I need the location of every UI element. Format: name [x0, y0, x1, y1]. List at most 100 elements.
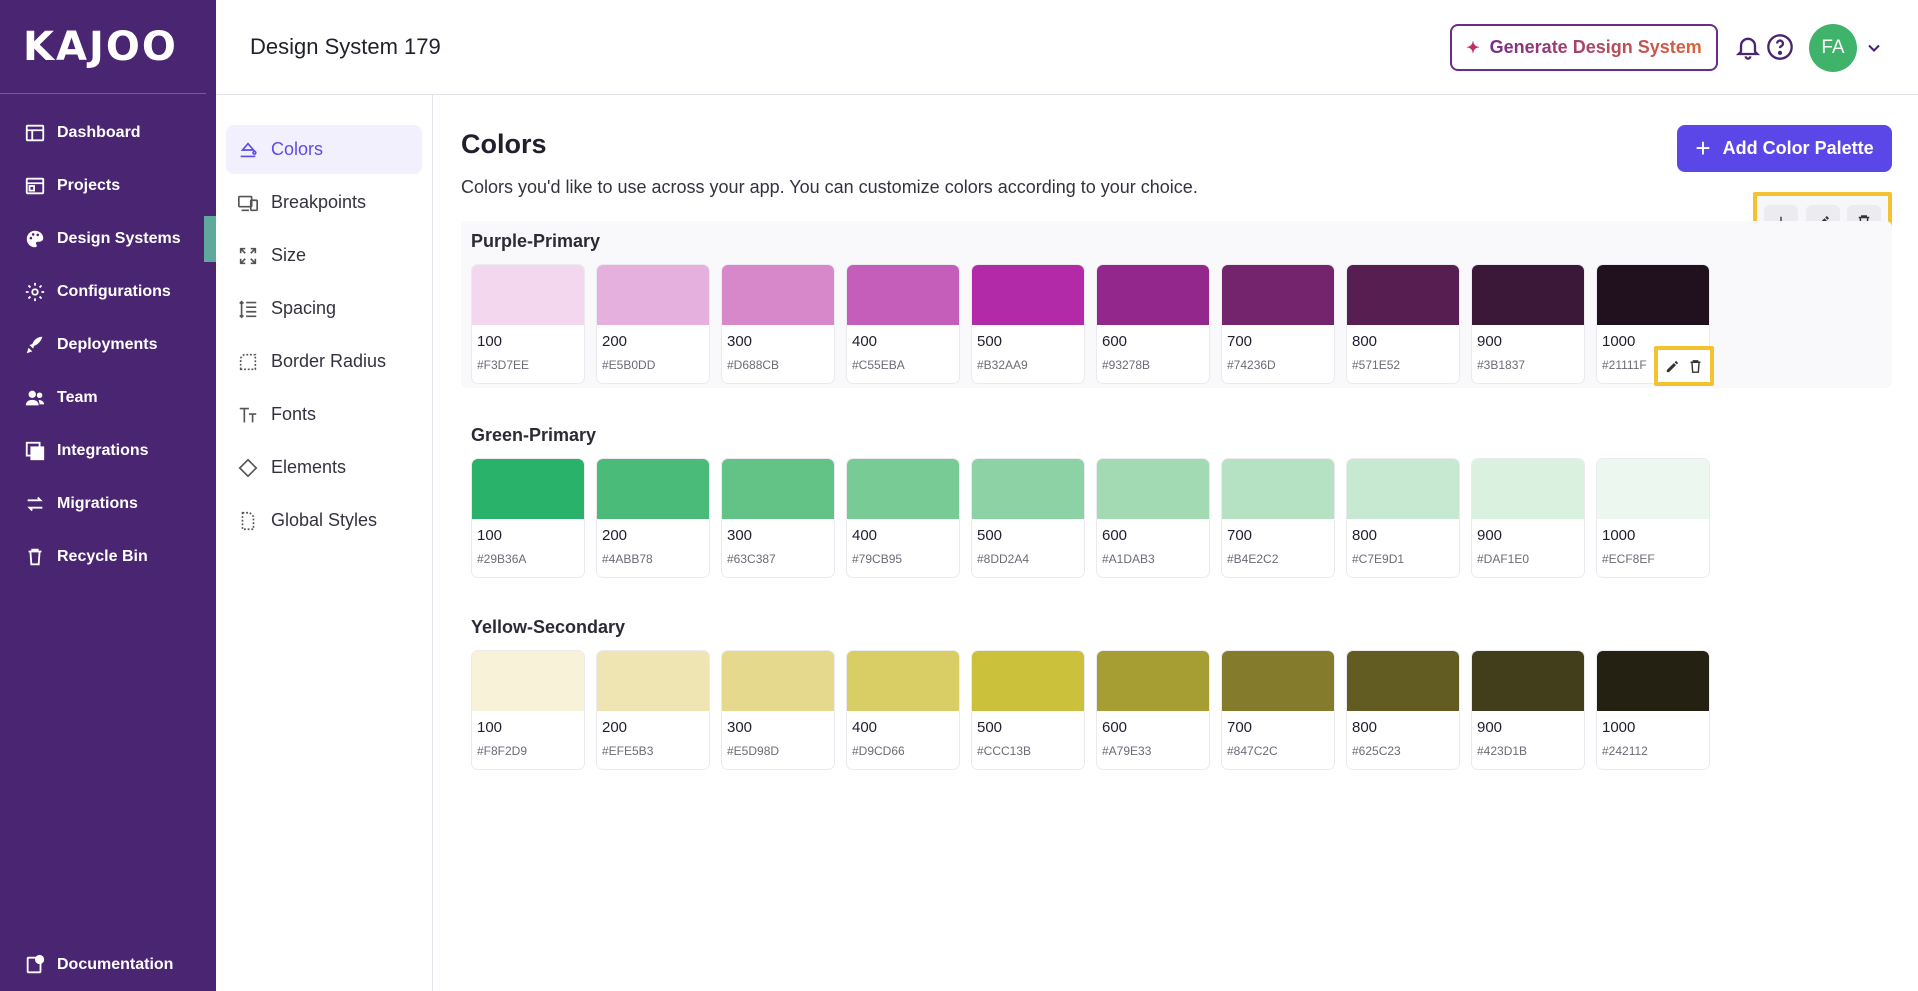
subnav-item-spacing[interactable]: Spacing: [226, 284, 422, 333]
color-swatch[interactable]: 100 #29B36A: [471, 458, 585, 578]
color-swatch[interactable]: 300 #E5D98D: [721, 650, 835, 770]
color-swatch[interactable]: 500 #CCC13B: [971, 650, 1085, 770]
swatch-hex: #423D1B: [1477, 744, 1528, 758]
color-chip: [472, 651, 584, 711]
swatch-shade: 300: [727, 527, 753, 544]
swatch-shade: 200: [602, 333, 628, 350]
color-chip: [1472, 459, 1584, 519]
color-swatch[interactable]: 900 #DAF1E0: [1471, 458, 1585, 578]
color-swatch[interactable]: 300 #63C387: [721, 458, 835, 578]
color-chip: [722, 651, 834, 711]
color-chip: [1347, 265, 1459, 325]
color-swatch[interactable]: 200 #EFE5B3: [596, 650, 710, 770]
subnav-item-border-radius[interactable]: Border Radius: [226, 337, 422, 386]
color-swatch[interactable]: 1000 #242112: [1596, 650, 1710, 770]
subnav-item-global-styles[interactable]: Global Styles: [226, 496, 422, 545]
subnav-item-fonts[interactable]: Fonts: [226, 390, 422, 439]
subnav-list: Colors Breakpoints Size Spacing Border R…: [216, 95, 432, 545]
nav-label: Migrations: [57, 494, 138, 512]
swatch-hex: #EFE5B3: [602, 744, 654, 758]
color-swatch[interactable]: 900 #3B1837: [1471, 264, 1585, 384]
color-swatch[interactable]: 700 #847C2C: [1221, 650, 1335, 770]
color-swatch[interactable]: 300 #D688CB: [721, 264, 835, 384]
color-swatch[interactable]: 800 #C7E9D1: [1346, 458, 1460, 578]
kajoo-logo[interactable]: KAJOO: [0, 0, 206, 94]
nav-item-configurations[interactable]: Configurations: [0, 265, 216, 318]
swatch-hex: #571E52: [1352, 358, 1401, 372]
nav-label: Projects: [57, 176, 121, 194]
swatch-hex: #21111F: [1602, 358, 1647, 372]
swatch-hex: #4ABB78: [602, 552, 653, 566]
nav-item-dashboard[interactable]: Dashboard: [0, 106, 216, 159]
swatch-hex: #F8F2D9: [477, 744, 528, 758]
swatch-shade: 600: [1102, 527, 1128, 544]
nav-item-team[interactable]: Team: [0, 371, 216, 424]
palette-name: Yellow-Secondary: [471, 617, 626, 637]
swatch-hex: #93278B: [1102, 358, 1151, 372]
color-chip: [972, 265, 1084, 325]
color-chip: [1472, 265, 1584, 325]
color-swatch[interactable]: 400 #D9CD66: [846, 650, 960, 770]
subnav-item-elements[interactable]: Elements: [226, 443, 422, 492]
color-swatch[interactable]: 500 #8DD2A4: [971, 458, 1085, 578]
swatch-shade: 700: [1227, 719, 1253, 736]
subnav-item-colors[interactable]: Colors: [226, 125, 422, 174]
color-swatch[interactable]: 1000 #ECF8EF: [1596, 458, 1710, 578]
nav-item-recycle-bin[interactable]: Recycle Bin: [0, 530, 216, 583]
color-swatch[interactable]: 200 #4ABB78: [596, 458, 710, 578]
swatch-shade: 400: [852, 719, 878, 736]
nav-item-documentation[interactable]: Documentation: [0, 938, 216, 991]
generate-label: Generate Design System: [1489, 37, 1702, 57]
nav-item-design-systems[interactable]: Design Systems: [0, 212, 216, 265]
nav-label: Configurations: [57, 282, 171, 300]
nav-item-integrations[interactable]: Integrations: [0, 424, 216, 477]
color-swatch[interactable]: 600 #A79E33: [1096, 650, 1210, 770]
palette-icon: [23, 227, 47, 251]
swatch-hex: #625C23: [1352, 744, 1401, 758]
subnav-item-size[interactable]: Size: [226, 231, 422, 280]
nav-item-deployments[interactable]: Deployments: [0, 318, 216, 371]
color-swatch[interactable]: 400 #C55EBA: [846, 264, 960, 384]
swatch-hex: #8DD2A4: [977, 552, 1030, 566]
documentation-icon: [23, 953, 47, 977]
palette-name: Purple-Primary: [471, 231, 601, 251]
help-icon[interactable]: [1766, 33, 1794, 61]
swatch-shade: 100: [477, 719, 503, 736]
swatch-hex: #A1DAB3: [1102, 552, 1155, 566]
color-swatch[interactable]: 800 #571E52: [1346, 264, 1460, 384]
swatch-shade: 100: [477, 333, 503, 350]
swatch-hex: #29B36A: [477, 552, 527, 566]
nav-label: Design Systems: [57, 229, 181, 247]
trash-icon[interactable]: [1687, 358, 1704, 375]
subnav-item-breakpoints[interactable]: Breakpoints: [226, 178, 422, 227]
generate-design-system-button[interactable]: ✦ Generate Design System: [1450, 24, 1718, 71]
rocket-icon: [23, 333, 47, 357]
chevron-down-icon[interactable]: [1864, 38, 1884, 58]
swatch-hex: #74236D: [1227, 358, 1276, 372]
color-swatch[interactable]: 100 #F3D7EE: [471, 264, 585, 384]
nav-item-projects[interactable]: Projects: [0, 159, 216, 212]
bell-icon[interactable]: [1734, 33, 1762, 61]
color-swatch[interactable]: 500 #B32AA9: [971, 264, 1085, 384]
color-swatch[interactable]: 700 #B4E2C2: [1221, 458, 1335, 578]
color-chip: [597, 651, 709, 711]
color-swatch[interactable]: 900 #423D1B: [1471, 650, 1585, 770]
size-icon: [236, 244, 260, 268]
avatar[interactable]: FA: [1809, 24, 1857, 72]
page-title: Design System 179: [250, 34, 441, 59]
nav-item-migrations[interactable]: Migrations: [0, 477, 216, 530]
color-swatch[interactable]: 400 #79CB95: [846, 458, 960, 578]
swatch-shade: 200: [602, 719, 628, 736]
color-swatch[interactable]: 600 #A1DAB3: [1096, 458, 1210, 578]
color-swatch[interactable]: 600 #93278B: [1096, 264, 1210, 384]
migrations-icon: [23, 492, 47, 516]
swatch-hex: #C55EBA: [852, 358, 905, 372]
pencil-icon[interactable]: [1664, 358, 1681, 375]
swatch-hex: #C7E9D1: [1352, 552, 1405, 566]
add-color-palette-button[interactable]: + Add Color Palette: [1677, 125, 1892, 172]
color-swatch[interactable]: 800 #625C23: [1346, 650, 1460, 770]
color-swatch[interactable]: 700 #74236D: [1221, 264, 1335, 384]
subnav-label: Elements: [271, 457, 347, 477]
color-swatch[interactable]: 100 #F8F2D9: [471, 650, 585, 770]
color-swatch[interactable]: 200 #E5B0DD: [596, 264, 710, 384]
